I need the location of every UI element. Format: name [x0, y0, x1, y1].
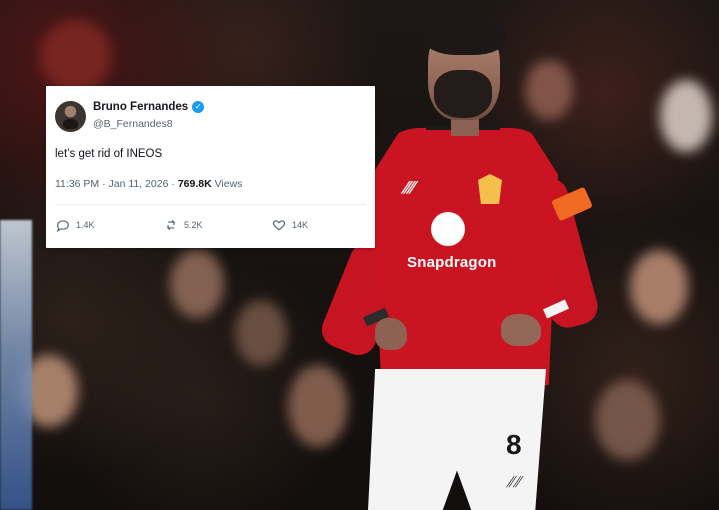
- player-right-hand: [501, 314, 541, 346]
- player-beard: [434, 70, 492, 118]
- tweet-author-line: Bruno Fernandes ✓: [93, 101, 205, 113]
- tweet-card[interactable]: Bruno Fernandes ✓ @B_Fernandes8 let’s ge…: [46, 86, 375, 248]
- repost-count: 5.2K: [184, 220, 203, 230]
- opponent-player-edge: [0, 220, 32, 510]
- player-image: ⫽⫽ Snapdragon 8 ⫽⫽: [316, 0, 640, 510]
- reply-button[interactable]: 1.4K: [56, 218, 95, 232]
- background-photo: ⫽⫽ Snapdragon 8 ⫽⫽ Bruno Fernandes ✓ @B_…: [0, 0, 719, 510]
- like-count: 14K: [292, 220, 309, 230]
- tweet-actions: 1.4K 5.2K 14K: [56, 218, 320, 234]
- tweet-divider: [55, 204, 366, 205]
- tweet-views-label: Views: [214, 178, 243, 190]
- crowd-person: [40, 20, 112, 92]
- meta-separator: ·: [171, 178, 175, 190]
- avatar[interactable]: [55, 101, 86, 132]
- like-icon: [272, 218, 286, 232]
- tweet-meta: 11:36 PM · Jan 11, 2026 · 769.8K Views: [55, 178, 242, 190]
- sponsor-logo-icon: [431, 212, 465, 246]
- verified-badge-icon: ✓: [192, 101, 205, 113]
- meta-separator: ·: [102, 178, 106, 190]
- crowd-person: [170, 250, 224, 318]
- tweet-time: 11:36 PM: [55, 178, 100, 190]
- player-hair: [424, 16, 506, 55]
- club-crest-icon: [478, 174, 502, 204]
- tweet-views-count: 769.8K: [177, 178, 212, 190]
- user-handle[interactable]: @B_Fernandes8: [93, 118, 173, 130]
- repost-button[interactable]: 5.2K: [164, 218, 203, 232]
- like-button[interactable]: 14K: [272, 218, 308, 232]
- repost-icon: [164, 218, 178, 232]
- player-left-hand: [375, 318, 407, 350]
- crowd-person: [660, 80, 712, 152]
- display-name[interactable]: Bruno Fernandes: [93, 101, 188, 113]
- sponsor-text: Snapdragon: [407, 254, 497, 271]
- reply-icon: [56, 218, 70, 232]
- tweet-text: let’s get rid of INEOS: [55, 148, 163, 160]
- shorts-number: 8: [506, 429, 522, 460]
- reply-count: 1.4K: [76, 220, 95, 230]
- tweet-date: Jan 11, 2026: [108, 178, 169, 190]
- crowd-person: [235, 300, 287, 366]
